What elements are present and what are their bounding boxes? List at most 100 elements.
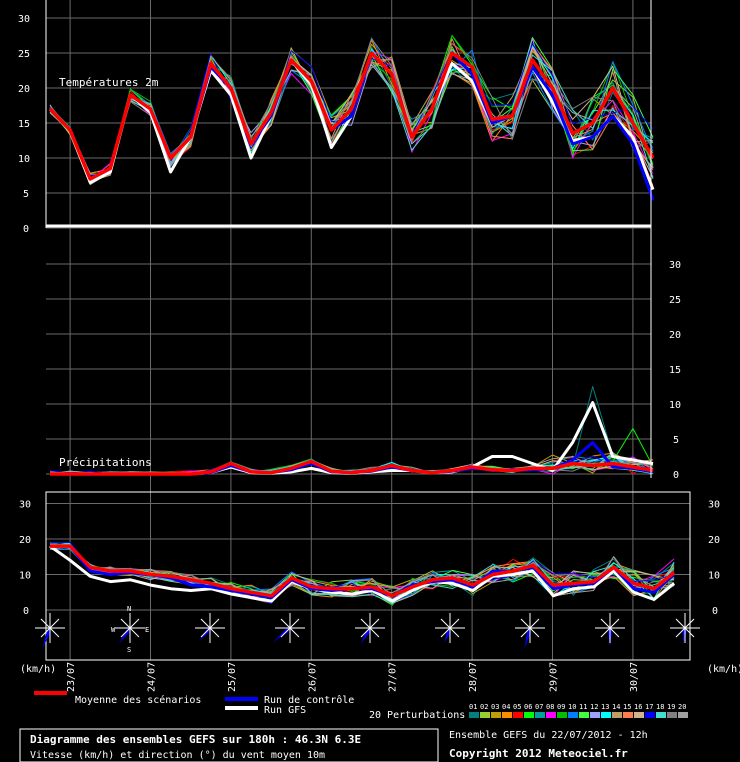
- precip-tick-label: 10: [669, 400, 681, 411]
- wind-tick-label-left: 30: [19, 500, 31, 511]
- precip-tick-label: 15: [669, 365, 681, 376]
- rose-spoke: [289, 618, 300, 629]
- temp-tick-label: 30: [18, 14, 30, 25]
- perturbation-number-label: 11: [579, 703, 587, 711]
- wind-tick-label-left: 20: [19, 535, 31, 546]
- wind-direction-rose: [435, 613, 465, 644]
- temp-tick-label: 25: [18, 49, 30, 60]
- left-unit: (km/h): [20, 664, 56, 675]
- rose-spoke: [529, 627, 540, 638]
- perturbation-number-label: 12: [590, 703, 598, 711]
- date-tick-label: 26/07: [307, 662, 318, 692]
- perturbation-number-label: 15: [623, 703, 631, 711]
- perturbation-number-label: 02: [480, 703, 488, 711]
- perturbation-color-swatch: [480, 712, 490, 718]
- perturbation-color-swatch: [546, 712, 556, 718]
- ensemble-chart: 23/07 24/07 25/07 26/07 27/07 28/07 29/07 30/07…: [18, 0, 740, 762]
- wind-tick-label-right: 20: [708, 535, 720, 546]
- rose-spoke: [40, 618, 51, 629]
- rose-spoke: [449, 618, 460, 629]
- rose-spoke: [529, 618, 540, 629]
- wind-direction-rose: [35, 613, 65, 649]
- precip-tick-label: 5: [673, 435, 679, 446]
- wind-direction-rose: [515, 613, 545, 650]
- precip-tick-label: 30: [669, 260, 681, 271]
- date-tick-label: 30/07: [629, 662, 640, 692]
- perturbation-number-label: 20: [678, 703, 686, 711]
- perturbation-color-swatch: [502, 712, 512, 718]
- perturbation-number-label: 08: [546, 703, 554, 711]
- precip-tick-label: 20: [669, 330, 681, 341]
- perturbation-legend: 01 02 03 04 05 06 07 08 09 10 11 12 13 14 15 16 17 18 19 20: [469, 703, 688, 718]
- wind-direction-rose: [670, 613, 700, 644]
- rose-spoke: [120, 618, 131, 629]
- precipitation-title: Précipitations: [59, 456, 152, 469]
- perturbation-color-swatch: [667, 712, 677, 718]
- perturbation-number-label: 10: [568, 703, 576, 711]
- perturbation-color-swatch: [513, 712, 523, 718]
- rose-spoke: [449, 627, 460, 638]
- perturbation-number-label: 04: [502, 703, 510, 711]
- rose-cardinal-label: W: [111, 626, 116, 634]
- wind-tick-label-right: 30: [708, 500, 720, 511]
- perturbation-number-label: 13: [601, 703, 609, 711]
- wind-direction-rose: [115, 613, 145, 644]
- perturbation-color-swatch: [579, 712, 589, 718]
- rose-spoke: [520, 618, 531, 629]
- wind-tick-label-left: 10: [19, 571, 31, 582]
- temp-tick-label: 15: [18, 119, 30, 130]
- rose-spoke: [280, 618, 291, 629]
- precip-tick-label: 0: [673, 470, 679, 481]
- rose-spoke: [49, 618, 60, 629]
- rose-cardinal-label: E: [145, 626, 149, 634]
- rose-spoke: [675, 618, 686, 629]
- temp-tick-label: 5: [23, 189, 29, 200]
- temperature-title: Températures 2m: [59, 76, 159, 89]
- wind-tick-label-left: 0: [23, 606, 29, 617]
- footer-run: Ensemble GEFS du 22/07/2012 - 12h: [449, 730, 648, 741]
- rose-spoke: [129, 627, 140, 638]
- perturbation-number-label: 14: [612, 703, 620, 711]
- wind-arrows: N S W E: [35, 605, 700, 654]
- perturbation-color-swatch: [612, 712, 622, 718]
- rose-spoke: [200, 618, 211, 629]
- date-tick-label: 28/07: [468, 662, 479, 692]
- temp-tick-label: 0: [23, 224, 29, 235]
- perturbation-color-swatch: [656, 712, 666, 718]
- perturbation-color-swatch: [491, 712, 501, 718]
- wind-tick-label-right: 0: [712, 606, 718, 617]
- temp-tick-label: 20: [18, 84, 30, 95]
- perturbation-number-label: 17: [645, 703, 653, 711]
- perturbation-color-swatch: [590, 712, 600, 718]
- perturbation-number-label: 16: [634, 703, 642, 711]
- perturbation-color-swatch: [568, 712, 578, 718]
- perturbation-number-label: 18: [656, 703, 664, 711]
- wind-direction-rose: [355, 613, 385, 645]
- legend-gfs-label: Run GFS: [264, 705, 306, 716]
- perturbation-color-swatch: [469, 712, 479, 718]
- rose-spoke: [600, 618, 611, 629]
- precip-tick-label: 25: [669, 295, 681, 306]
- perturbation-color-swatch: [623, 712, 633, 718]
- perturbation-color-swatch: [678, 712, 688, 718]
- rose-spoke: [209, 627, 220, 638]
- wind-direction-rose: [273, 613, 305, 643]
- rose-cardinal-label: N: [127, 605, 131, 613]
- perturbation-number-label: 03: [491, 703, 499, 711]
- rose-spoke: [209, 618, 220, 629]
- wind-direction-rose: [195, 613, 225, 643]
- perturbation-number-label: 05: [513, 703, 521, 711]
- rose-spoke: [280, 627, 291, 638]
- date-tick-label: 25/07: [227, 662, 238, 692]
- rose-spoke: [200, 627, 211, 638]
- perturbation-color-swatch: [601, 712, 611, 718]
- rose-cardinal-label: S: [127, 646, 131, 654]
- rose-spoke: [369, 627, 380, 638]
- wind-tick-label-right: 10: [708, 571, 720, 582]
- perturbation-number-label: 07: [535, 703, 543, 711]
- date-tick-label: 23/07: [66, 662, 77, 692]
- perturbation-color-swatch: [524, 712, 534, 718]
- temp-tick-label: 10: [18, 154, 30, 165]
- perturbation-lines: [49, 34, 675, 606]
- rose-spoke: [129, 618, 140, 629]
